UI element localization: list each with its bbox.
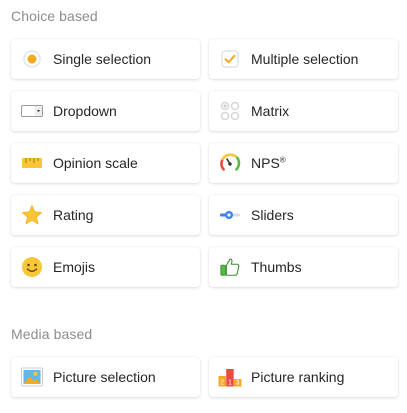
option-sliders[interactable]: Sliders <box>209 195 398 235</box>
option-matrix[interactable]: Matrix <box>209 91 398 131</box>
star-icon <box>20 203 44 227</box>
choice-grid: Single selection Multiple selection Drop… <box>11 39 398 287</box>
rank-digit: 2 <box>220 380 224 387</box>
rank-digit: 3 <box>236 380 240 387</box>
dropdown-icon <box>20 99 44 123</box>
ranking-icon: 2 1 3 <box>218 365 242 389</box>
emoji-icon <box>20 255 44 279</box>
option-thumbs[interactable]: Thumbs <box>209 247 398 287</box>
option-label: Rating <box>53 207 94 223</box>
option-dropdown[interactable]: Dropdown <box>11 91 200 131</box>
option-multiple-selection[interactable]: Multiple selection <box>209 39 398 79</box>
option-label: Thumbs <box>251 259 302 275</box>
option-rating[interactable]: Rating <box>11 195 200 235</box>
registered-mark: ® <box>279 155 286 165</box>
media-grid: Picture selection 2 1 3 Picture ranking <box>11 357 398 397</box>
question-type-picker: Choice based Single selection Multiple s… <box>0 0 407 413</box>
option-label: Emojis <box>53 259 96 275</box>
ruler-icon <box>20 151 44 175</box>
gauge-icon <box>218 151 242 175</box>
option-label: Dropdown <box>53 103 117 119</box>
option-nps[interactable]: NPS® <box>209 143 398 183</box>
option-label: Sliders <box>251 207 294 223</box>
option-label: Multiple selection <box>251 51 359 67</box>
matrix-icon <box>218 99 242 123</box>
checkbox-icon <box>218 47 242 71</box>
option-label: NPS® <box>251 155 286 171</box>
option-label: Opinion scale <box>53 155 138 171</box>
option-label: Picture ranking <box>251 369 345 385</box>
option-label: Matrix <box>251 103 290 119</box>
option-label: Picture selection <box>53 369 156 385</box>
option-label: Single selection <box>53 51 152 67</box>
option-single-selection[interactable]: Single selection <box>11 39 200 79</box>
section-title-media: Media based <box>11 326 93 342</box>
slider-icon <box>218 203 242 227</box>
radio-icon <box>20 47 44 71</box>
option-picture-ranking[interactable]: 2 1 3 Picture ranking <box>209 357 398 397</box>
thumbs-up-icon <box>218 255 242 279</box>
section-title-choice: Choice based <box>11 8 98 24</box>
picture-icon <box>20 365 44 389</box>
rank-digit: 1 <box>228 380 232 387</box>
option-opinion-scale[interactable]: Opinion scale <box>11 143 200 183</box>
option-emojis[interactable]: Emojis <box>11 247 200 287</box>
option-picture-selection[interactable]: Picture selection <box>11 357 200 397</box>
